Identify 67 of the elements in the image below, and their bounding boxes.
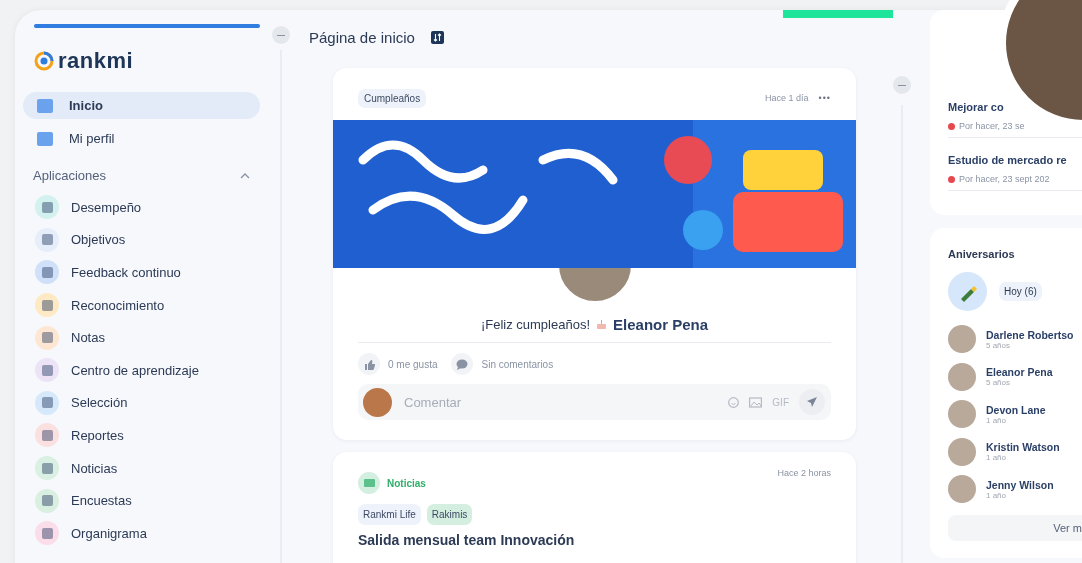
task-title[interactable]: Estudio de mercado re	[948, 154, 1067, 166]
years-label: 1 año	[986, 453, 1008, 462]
nav-item[interactable]: Inicio	[23, 92, 260, 119]
user-avatar	[363, 387, 392, 417]
thumbs-up-icon	[363, 358, 375, 370]
post-time: Hace 1 día	[765, 93, 809, 103]
person-name[interactable]: Eleanor Pena	[986, 366, 1053, 378]
person-name[interactable]: Jenny Wilson	[986, 478, 1054, 491]
app-item[interactable]: Organigrama	[35, 516, 280, 550]
app-item[interactable]: Objetivos	[35, 223, 280, 257]
send-button[interactable]	[799, 389, 825, 415]
post-title: Salida mensual team Innovación	[358, 532, 576, 548]
category-tag: Cumpleaños	[358, 88, 427, 108]
cake-icon	[596, 318, 608, 330]
emoji-icon	[728, 396, 740, 408]
years-label: 5 años	[986, 340, 1012, 350]
speech-bubble-icon	[456, 358, 469, 370]
person-name[interactable]: Devon Lane	[986, 403, 1046, 416]
comment-button[interactable]	[451, 353, 474, 375]
avatar-photo	[948, 362, 976, 391]
app-item[interactable]: Selección	[35, 386, 280, 420]
page-title: Página de inicio	[309, 28, 415, 46]
person-icon	[37, 131, 53, 146]
app-item[interactable]: Notas	[35, 321, 280, 354]
app-item[interactable]: Centro de aprendizaje	[35, 353, 280, 387]
person-name[interactable]: Darlene Robertso	[986, 328, 1074, 341]
send-icon	[806, 396, 818, 408]
logo-text: rankmi	[58, 48, 134, 74]
avatar-photo	[948, 437, 976, 466]
newspaper-icon	[363, 479, 375, 487]
sort-icon	[430, 30, 444, 44]
tag-chip[interactable]: Rankmi Life	[358, 504, 421, 525]
collapse-button[interactable]	[272, 26, 290, 44]
card-title: Aniversarios	[948, 248, 1016, 260]
years-label: 1 año	[986, 490, 1007, 500]
app-item[interactable]: Encuestas	[35, 484, 280, 517]
app-item[interactable]: Reportes	[35, 419, 280, 452]
post-time: Hace 2 horas	[777, 468, 831, 478]
app-item[interactable]: Feedback continuo	[35, 256, 280, 289]
window-icon	[37, 98, 53, 113]
like-button[interactable]	[358, 353, 380, 375]
person-name[interactable]: Eleanor Pena	[613, 315, 709, 333]
task-title[interactable]: Mejorar co	[948, 101, 1004, 113]
filter-chip[interactable]: Hoy (6)	[999, 282, 1042, 301]
avatar-photo	[948, 400, 976, 428]
years-label: 1 año	[986, 415, 1008, 425]
avatar-photo	[948, 325, 976, 353]
likes-count: 0 me gusta	[388, 358, 438, 370]
task-status: Por hacer, 23 se	[959, 121, 1025, 131]
task-status: Por hacer, 23 sept 202	[959, 174, 1050, 184]
view-more-button[interactable]: Ver m	[948, 515, 1082, 541]
logo-icon	[34, 51, 54, 71]
more-button[interactable]: •••	[818, 93, 831, 103]
tag-chip[interactable]: Rakimis	[426, 504, 473, 525]
category-label: Noticias	[387, 477, 426, 489]
years-label: 5 años	[986, 378, 1012, 387]
image-icon	[749, 396, 763, 408]
comments-count: Sin comentarios	[481, 358, 554, 370]
app-item[interactable]: Reconocimiento	[35, 288, 280, 322]
app-item[interactable]: Desempeño	[35, 191, 280, 224]
section-title: Aplicaciones	[33, 168, 106, 183]
greeting-text: ¡Feliz cumpleaños!	[480, 316, 591, 332]
person-name[interactable]: Kristin Watson	[986, 441, 1060, 453]
collapse-button[interactable]	[893, 76, 911, 94]
avatar-photo	[948, 475, 976, 503]
app-item[interactable]: Noticias	[35, 451, 280, 485]
nav-item[interactable]: Mi perfil	[23, 125, 260, 152]
